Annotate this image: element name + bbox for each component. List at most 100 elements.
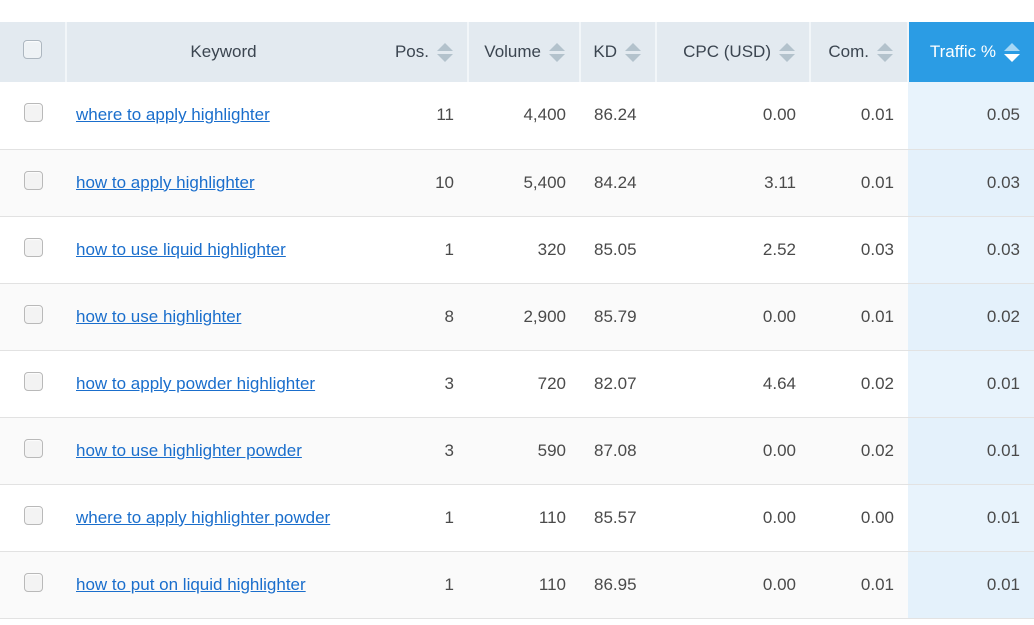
table-row: how to use highlighter 8 2,900 85.79 0.0… [0, 283, 1034, 351]
sort-desc-icon [549, 53, 565, 62]
sort-asc-icon [779, 42, 795, 51]
keyword-link[interactable]: where to apply highlighter [76, 105, 270, 124]
traffic-cell: 0.01 [908, 484, 1034, 552]
pos-cell: 1 [380, 216, 468, 284]
pos-cell: 8 [380, 283, 468, 351]
volume-cell: 590 [468, 417, 580, 485]
com-cell: 0.01 [810, 551, 908, 619]
header-pos-label: Pos. [394, 42, 429, 61]
traffic-cell: 0.05 [908, 82, 1034, 150]
kd-cell: 87.08 [580, 417, 656, 485]
keyword-link[interactable]: how to use liquid highlighter [76, 240, 286, 259]
keyword-link[interactable]: how to apply highlighter [76, 173, 255, 192]
sort-asc-icon [549, 42, 565, 51]
traffic-cell: 0.01 [908, 417, 1034, 485]
cpc-cell: 0.00 [656, 417, 810, 485]
kd-cell: 85.79 [580, 283, 656, 351]
sort-desc-icon [437, 53, 453, 62]
traffic-cell: 0.02 [908, 283, 1034, 351]
header-com-label: Com. [828, 42, 869, 61]
select-all-checkbox-icon[interactable] [23, 40, 42, 59]
row-select-cell[interactable] [0, 350, 66, 418]
sort-asc-icon [437, 42, 453, 51]
volume-cell: 320 [468, 216, 580, 284]
row-select-cell[interactable] [0, 149, 66, 217]
volume-cell: 4,400 [468, 82, 580, 150]
sort-asc-icon [877, 42, 893, 51]
sort-arrows-icon[interactable] [625, 42, 641, 62]
header-pos[interactable]: Pos. [380, 22, 469, 82]
sort-arrows-icon[interactable] [549, 42, 565, 62]
keyword-cell: where to apply highlighter [66, 82, 380, 150]
sort-arrows-icon[interactable] [779, 42, 795, 62]
row-checkbox-icon[interactable] [23, 505, 43, 525]
kd-cell: 86.24 [580, 82, 656, 150]
header-com[interactable]: Com. [810, 22, 909, 82]
volume-cell: 110 [468, 484, 580, 552]
row-checkbox-icon[interactable] [23, 438, 43, 458]
row-checkbox-icon[interactable] [23, 103, 43, 123]
keyword-link[interactable]: where to apply highlighter powder [76, 508, 330, 527]
traffic-cell: 0.01 [908, 350, 1034, 418]
com-cell: 0.01 [810, 82, 908, 150]
cpc-cell: 0.00 [656, 82, 810, 150]
row-select-cell[interactable] [0, 82, 66, 150]
row-checkbox-icon[interactable] [23, 170, 43, 190]
table-row: how to use liquid highlighter 1 320 85.0… [0, 216, 1034, 284]
row-checkbox-icon[interactable] [23, 371, 43, 391]
pos-cell: 1 [380, 551, 468, 619]
table-body: where to apply highlighter 11 4,400 86.2… [0, 82, 1034, 619]
pos-cell: 11 [380, 82, 468, 150]
row-checkbox-icon[interactable] [23, 237, 43, 257]
row-select-cell[interactable] [0, 417, 66, 485]
cpc-cell: 4.64 [656, 350, 810, 418]
traffic-cell: 0.03 [908, 149, 1034, 217]
sort-desc-icon [625, 53, 641, 62]
keyword-cell: how to put on liquid highlighter [66, 551, 380, 619]
volume-cell: 720 [468, 350, 580, 418]
sort-desc-icon [779, 53, 795, 62]
row-select-cell[interactable] [0, 484, 66, 552]
table-row: how to apply powder highlighter 3 720 82… [0, 350, 1034, 418]
header-volume[interactable]: Volume [468, 22, 581, 82]
volume-cell: 110 [468, 551, 580, 619]
header-keyword: Keyword [66, 22, 380, 82]
keyword-link[interactable]: how to use highlighter powder [76, 441, 302, 460]
table-row: where to apply highlighter powder 1 110 … [0, 484, 1034, 552]
com-cell: 0.02 [810, 417, 908, 485]
kd-cell: 84.24 [580, 149, 656, 217]
header-select-all[interactable] [0, 22, 67, 82]
sort-arrows-icon[interactable] [1004, 42, 1020, 62]
sort-arrows-icon[interactable] [877, 42, 893, 62]
header-kd[interactable]: KD [580, 22, 657, 82]
row-checkbox-icon[interactable] [23, 572, 43, 592]
volume-cell: 2,900 [468, 283, 580, 351]
keyword-table: Keyword Pos. Volume KD CPC (USD) Com. Tr… [0, 22, 1034, 619]
traffic-cell: 0.01 [908, 551, 1034, 619]
keyword-cell: how to apply powder highlighter [66, 350, 380, 418]
com-cell: 0.02 [810, 350, 908, 418]
row-select-cell[interactable] [0, 216, 66, 284]
header-kd-label: KD [593, 42, 617, 61]
header-traffic-percent-label: Traffic % [929, 42, 996, 61]
com-cell: 0.03 [810, 216, 908, 284]
keyword-cell: how to use highlighter powder [66, 417, 380, 485]
header-cpc[interactable]: CPC (USD) [656, 22, 811, 82]
keyword-link[interactable]: how to use highlighter [76, 307, 241, 326]
keyword-cell: how to apply highlighter [66, 149, 380, 217]
row-select-cell[interactable] [0, 551, 66, 619]
keyword-link[interactable]: how to put on liquid highlighter [76, 575, 306, 594]
header-volume-label: Volume [484, 42, 541, 61]
keyword-table-container: Keyword Pos. Volume KD CPC (USD) Com. Tr… [0, 0, 1034, 619]
sort-arrows-icon[interactable] [437, 42, 453, 62]
header-traffic-percent[interactable]: Traffic % [908, 22, 1034, 82]
table-row: how to put on liquid highlighter 1 110 8… [0, 551, 1034, 619]
row-checkbox-icon[interactable] [23, 304, 43, 324]
row-select-cell[interactable] [0, 283, 66, 351]
table-row: how to use highlighter powder 3 590 87.0… [0, 417, 1034, 485]
keyword-link[interactable]: how to apply powder highlighter [76, 374, 315, 393]
table-header: Keyword Pos. Volume KD CPC (USD) Com. Tr… [0, 22, 1034, 82]
cpc-cell: 0.00 [656, 283, 810, 351]
com-cell: 0.00 [810, 484, 908, 552]
pos-cell: 3 [380, 417, 468, 485]
